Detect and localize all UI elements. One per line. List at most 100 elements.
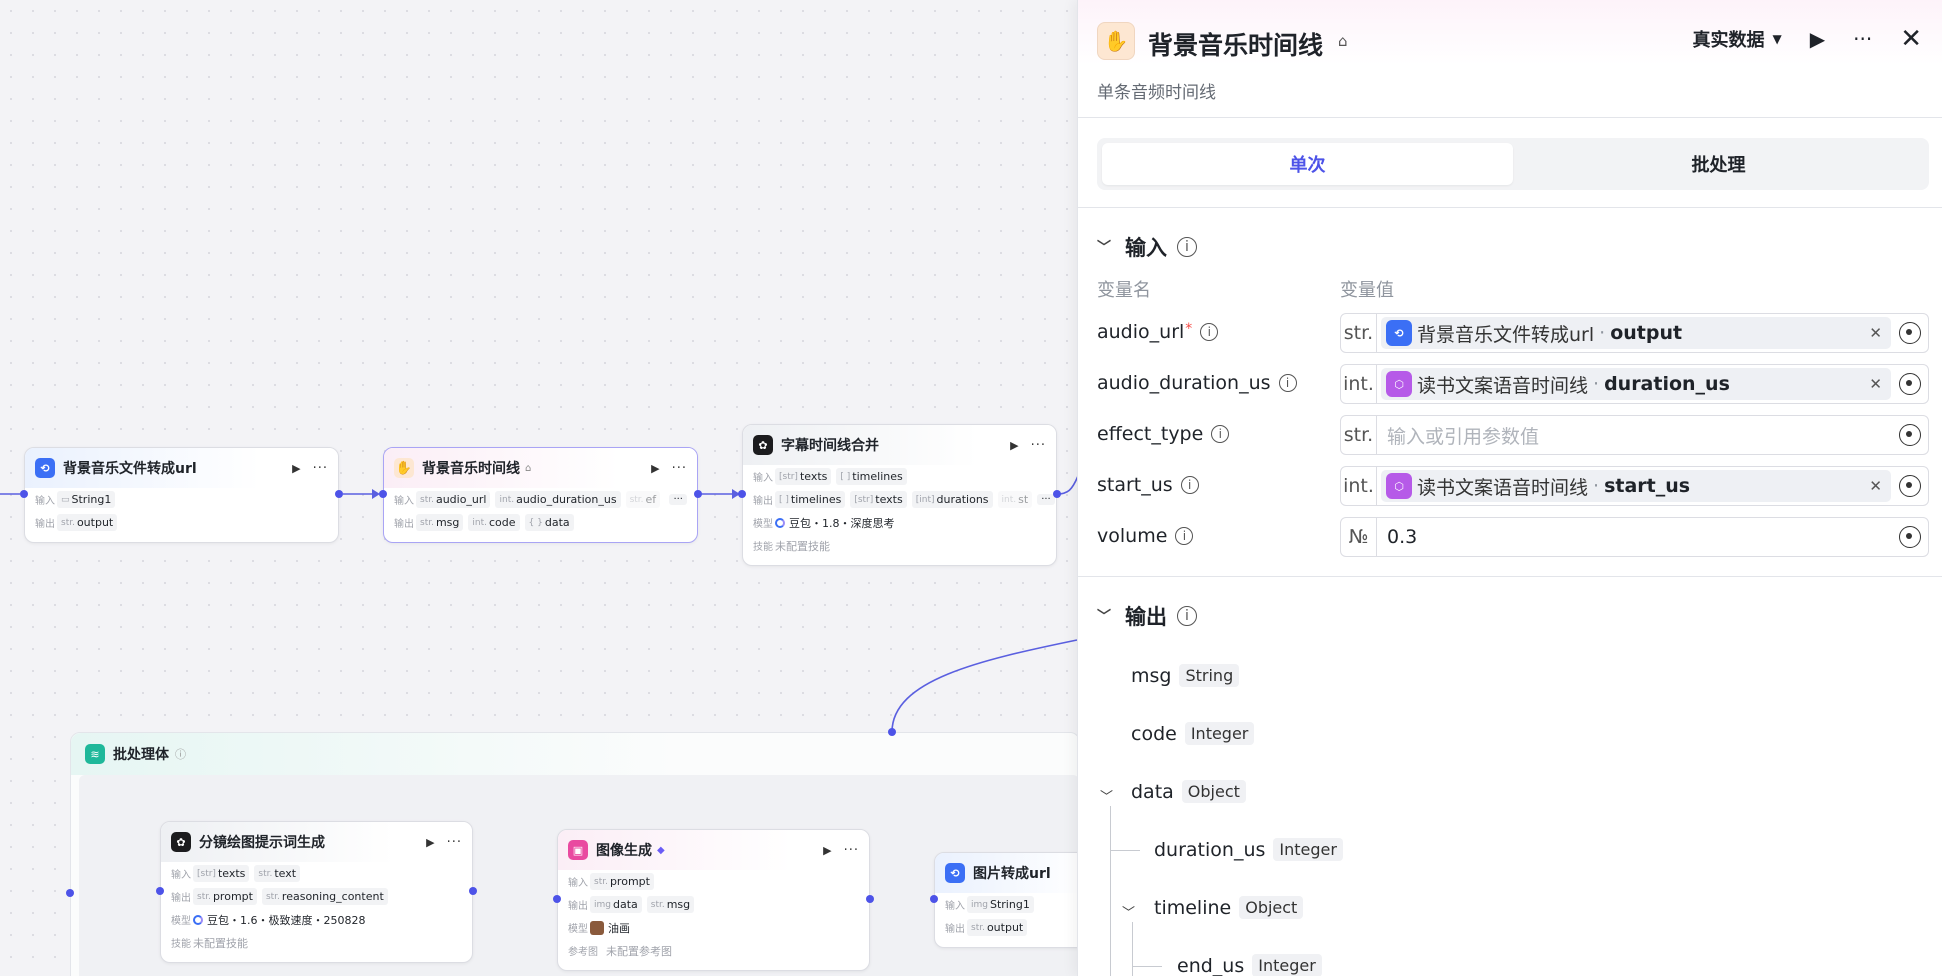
var-input-audio-url[interactable]: str. ⟲ 背景音乐文件转成url · output ✕ bbox=[1340, 313, 1929, 353]
port-out[interactable] bbox=[1053, 490, 1061, 498]
ref-chip[interactable]: ⬡ 读书文案语音时间线 · start_us ✕ bbox=[1381, 470, 1891, 502]
output-tag: img data bbox=[590, 896, 642, 913]
more-outputs-button[interactable]: ··· bbox=[1037, 494, 1055, 505]
play-icon[interactable]: ▶ bbox=[651, 462, 659, 475]
input-tag: ▭ String1 bbox=[57, 491, 116, 508]
ref-node: 背景音乐文件转成url bbox=[1417, 323, 1595, 346]
data-mode-select[interactable]: 真实数据 ▼ bbox=[1693, 26, 1782, 52]
required-mark: * bbox=[1185, 321, 1193, 337]
volume-input[interactable]: 0.3 bbox=[1387, 526, 1891, 548]
input-label: 输入 bbox=[945, 901, 965, 912]
node-bg-music-url[interactable]: ⟲ 背景音乐文件转成url ▶ ··· 输入 ▭ String1 输出 str. o… bbox=[24, 447, 339, 543]
skill-label: 技能 bbox=[171, 939, 191, 950]
clear-ref-icon[interactable]: ✕ bbox=[1865, 324, 1886, 342]
var-row-effect-type: effect_type i str. 输入或引用参数值 bbox=[1097, 415, 1929, 457]
input-section-title: 输入 bbox=[1125, 236, 1167, 260]
node-output-row: 输出 [ ] timelines [str] texts [int] duration… bbox=[743, 488, 1056, 511]
reference-target-icon[interactable] bbox=[1899, 322, 1921, 344]
more-icon[interactable]: ··· bbox=[447, 835, 462, 850]
node-header: ⟲ 背景音乐文件转成url ▶ ··· bbox=[25, 448, 338, 488]
port-in[interactable] bbox=[156, 887, 164, 895]
reference-target-icon[interactable] bbox=[1899, 526, 1921, 548]
ref-chip[interactable]: ⬡ 读书文案语音时间线 · duration_us ✕ bbox=[1381, 368, 1891, 400]
more-icon[interactable]: ··· bbox=[313, 461, 328, 476]
port-in[interactable] bbox=[738, 490, 746, 498]
play-icon[interactable]: ▶ bbox=[292, 462, 300, 475]
more-icon[interactable]: ··· bbox=[1031, 438, 1046, 453]
output-label: 输出 bbox=[945, 924, 965, 935]
output-field-code: code Integer bbox=[1131, 722, 1255, 745]
chevron-down-icon[interactable]: ﹀ bbox=[1122, 902, 1135, 921]
node-input-row: 输入 [str] texts [ ] timelines bbox=[743, 465, 1056, 488]
node-model-row: 模型 豆包・1.8・深度思考 bbox=[743, 511, 1056, 534]
tab-single[interactable]: 单次 bbox=[1102, 143, 1513, 185]
reference-target-icon[interactable] bbox=[1899, 475, 1921, 497]
model-name: 油画 bbox=[608, 921, 630, 935]
more-icon[interactable]: ··· bbox=[672, 461, 687, 476]
handshake-icon: ✋ bbox=[1097, 22, 1135, 60]
play-icon[interactable]: ▶ bbox=[1010, 439, 1018, 452]
ref-chip[interactable]: ⟲ 背景音乐文件转成url · output ✕ bbox=[1381, 317, 1891, 349]
port-in[interactable] bbox=[930, 895, 938, 903]
play-icon[interactable]: ▶ bbox=[823, 844, 831, 857]
doubao-model-icon bbox=[775, 517, 785, 528]
more-inputs-button[interactable]: ··· bbox=[669, 494, 687, 505]
reference-target-icon[interactable] bbox=[1899, 373, 1921, 395]
clear-ref-icon[interactable]: ✕ bbox=[1865, 477, 1886, 495]
type-badge: Object bbox=[1181, 780, 1246, 803]
output-tag: str. msg bbox=[416, 514, 464, 531]
effect-type-input[interactable]: 输入或引用参数值 bbox=[1387, 422, 1891, 449]
reference-target-icon[interactable] bbox=[1899, 424, 1921, 446]
port-group-inner-in[interactable] bbox=[66, 889, 74, 897]
info-icon: i bbox=[1180, 476, 1199, 494]
output-field-timeline: timeline Object bbox=[1154, 896, 1304, 919]
chevron-down-icon[interactable]: ﹀ bbox=[1100, 786, 1113, 805]
node-output-row: 输出 str. prompt str. reasoning_content bbox=[161, 885, 472, 908]
var-name: effect_type i bbox=[1097, 423, 1230, 445]
node-bg-music-timeline[interactable]: ✋ 背景音乐时间线 ⌂ ▶ ··· 输入 str. audio_url int. a… bbox=[383, 447, 698, 543]
var-name: start_us i bbox=[1097, 474, 1199, 496]
var-name: audio_url * i bbox=[1097, 321, 1219, 343]
port-out[interactable] bbox=[866, 895, 874, 903]
var-input-volume[interactable]: № 0.3 bbox=[1340, 517, 1929, 557]
node-input-row: 输入 str. audio_url int. audio_duration_us s… bbox=[384, 488, 697, 511]
run-play-icon[interactable]: ▶ bbox=[1810, 27, 1825, 51]
var-row-start-us: start_us i int. ⬡ 读书文案语音时间线 · start_us ✕ bbox=[1097, 466, 1929, 508]
node-output-row: 输出 img data str. msg bbox=[558, 893, 869, 916]
plugin-icon: ⟲ bbox=[1386, 320, 1412, 346]
more-icon[interactable]: ··· bbox=[844, 843, 859, 858]
panel-subtitle: 单条音频时间线 bbox=[1097, 83, 1216, 103]
node-input-row: 输入 str. prompt bbox=[558, 870, 869, 893]
ref-field: output bbox=[1610, 322, 1683, 344]
var-input-effect-type[interactable]: str. 输入或引用参数值 bbox=[1340, 415, 1929, 455]
port-in[interactable] bbox=[20, 490, 28, 498]
port-in[interactable] bbox=[553, 895, 561, 903]
output-section-header[interactable]: ﹀ 输出 i bbox=[1097, 601, 1197, 631]
close-icon[interactable]: ✕ bbox=[1900, 26, 1922, 52]
port-out[interactable] bbox=[335, 490, 343, 498]
play-icon[interactable]: ▶ bbox=[426, 836, 434, 849]
node-storyboard-prompt[interactable]: ✿ 分镜绘图提示词生成 ▶ ··· 输入 [str] texts str. text… bbox=[160, 821, 473, 963]
type-badge: Integer bbox=[1184, 722, 1255, 745]
var-input-start-us[interactable]: int. ⬡ 读书文案语音时间线 · start_us ✕ bbox=[1340, 466, 1929, 506]
node-subtitle-merge[interactable]: ✿ 字幕时间线合并 ▶ ··· 输入 [str] texts [ ] timelin… bbox=[742, 424, 1057, 566]
port-in[interactable] bbox=[379, 490, 387, 498]
var-input-audio-duration-us[interactable]: int. ⬡ 读书文案语音时间线 · duration_us ✕ bbox=[1340, 364, 1929, 404]
more-icon[interactable]: ··· bbox=[1853, 27, 1872, 51]
input-section-header[interactable]: ﹀ 输入 i bbox=[1097, 232, 1197, 262]
chevron-down-icon: ﹀ bbox=[1097, 609, 1111, 625]
node-detail-panel: ✋ 背景音乐时间线 ⌂ 单条音频时间线 真实数据 ▼ ▶ ··· ✕ 单次 批处理… bbox=[1077, 0, 1942, 976]
clear-ref-icon[interactable]: ✕ bbox=[1865, 375, 1886, 393]
llm-icon: ✿ bbox=[753, 435, 773, 455]
node-image-gen[interactable]: ▣ 图像生成 ◆ ▶ ··· 输入 str. prompt 输出 img data … bbox=[557, 829, 870, 971]
tab-batch[interactable]: 批处理 bbox=[1513, 143, 1924, 185]
ref-label: 参考图 bbox=[568, 947, 598, 958]
port-out[interactable] bbox=[694, 490, 702, 498]
output-section-title: 输出 bbox=[1125, 605, 1167, 629]
ref-node: 读书文案语音时间线 bbox=[1417, 374, 1589, 397]
panel-header: ✋ 背景音乐时间线 ⌂ 单条音频时间线 真实数据 ▼ ▶ ··· ✕ bbox=[1078, 0, 1942, 118]
port-out[interactable] bbox=[469, 887, 477, 895]
node-header: ✿ 分镜绘图提示词生成 ▶ ··· bbox=[161, 822, 472, 862]
ref-field: start_us bbox=[1604, 475, 1691, 497]
port-group-in[interactable] bbox=[888, 728, 896, 736]
